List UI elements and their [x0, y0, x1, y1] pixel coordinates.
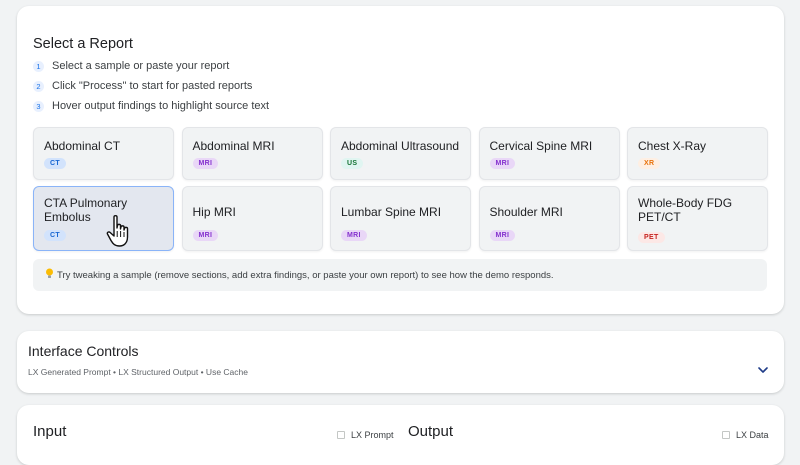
- interface-controls-card[interactable]: Interface Controls LX Generated Prompt •…: [17, 331, 784, 393]
- tile-name: Abdominal MRI: [192, 139, 275, 153]
- sample-tile-cta-pulmonary-embolus[interactable]: CTA Pulmonary Embolus CT: [33, 186, 174, 251]
- step-text: Click "Process" to start for pasted repo…: [52, 80, 253, 92]
- section-title: Select a Report: [33, 36, 133, 52]
- input-output-card: Input LX Prompt Output LX Data: [17, 405, 784, 465]
- tile-name: Cervical Spine MRI: [489, 139, 593, 153]
- sample-tile-abdominal-ct[interactable]: Abdominal CT CT: [33, 127, 174, 180]
- step-number: 1: [33, 60, 44, 72]
- modality-badge: CT: [44, 158, 66, 169]
- step-item: 2 Click "Process" to start for pasted re…: [33, 76, 269, 96]
- output-label: Output: [408, 423, 454, 440]
- sample-tile-lumbar-spine-mri[interactable]: Lumbar Spine MRI MRI: [330, 186, 471, 251]
- modality-badge: MRI: [192, 158, 219, 169]
- step-item: 3 Hover output findings to highlight sou…: [33, 96, 269, 116]
- sample-tile-abdominal-ultrasound[interactable]: Abdominal Ultrasound US: [330, 127, 471, 180]
- report-select-card: Select a Report 1 Select a sample or pas…: [17, 6, 784, 314]
- tip-banner: Try tweaking a sample (remove sections, …: [33, 259, 767, 291]
- tile-name: Lumbar Spine MRI: [341, 205, 442, 219]
- lx-data-toggle[interactable]: LX Data: [722, 430, 769, 440]
- sample-tile-hip-mri[interactable]: Hip MRI MRI: [181, 186, 323, 251]
- tile-name: Abdominal CT: [44, 139, 121, 153]
- step-text: Select a sample or paste your report: [52, 60, 230, 72]
- sample-tile-whole-body-fdg-pet-ct[interactable]: Whole-Body FDG PET/CT PET: [627, 186, 768, 251]
- sample-tile-shoulder-mri[interactable]: Shoulder MRI MRI: [478, 186, 620, 251]
- modality-badge: US: [341, 158, 364, 169]
- instruction-steps: 1 Select a sample or paste your report 2…: [33, 56, 269, 116]
- sample-report-grid: Abdominal CT CT Abdominal MRI MRI Abdomi…: [33, 127, 768, 251]
- modality-badge: MRI: [489, 230, 516, 241]
- step-item: 1 Select a sample or paste your report: [33, 56, 269, 76]
- modality-badge: XR: [638, 158, 661, 169]
- tile-name: CTA Pulmonary Embolus: [44, 196, 128, 224]
- modality-badge: CT: [44, 230, 66, 241]
- modality-badge: MRI: [489, 158, 516, 169]
- lx-data-label: LX Data: [736, 430, 769, 440]
- tile-name: Chest X-Ray: [638, 139, 707, 153]
- modality-badge: MRI: [192, 230, 219, 241]
- sample-tile-abdominal-mri[interactable]: Abdominal MRI MRI: [181, 127, 323, 180]
- tip-text: Try tweaking a sample (remove sections, …: [57, 269, 554, 281]
- tile-name: Whole-Body FDG PET/CT: [638, 196, 733, 224]
- input-label: Input: [33, 423, 67, 440]
- lightbulb-icon: [45, 268, 54, 282]
- chevron-down-icon[interactable]: [757, 365, 769, 375]
- controls-summary: LX Generated Prompt • LX Structured Outp…: [28, 367, 248, 377]
- tile-name: Shoulder MRI: [489, 205, 563, 219]
- lx-data-checkbox[interactable]: [722, 431, 730, 439]
- lx-prompt-label: LX Prompt: [351, 430, 394, 440]
- step-number: 2: [33, 80, 44, 92]
- modality-badge: PET: [638, 232, 665, 243]
- lx-prompt-checkbox[interactable]: [337, 431, 345, 439]
- step-text: Hover output findings to highlight sourc…: [52, 100, 270, 112]
- hand-pointer-icon: [106, 215, 129, 247]
- controls-title: Interface Controls: [28, 343, 139, 359]
- lx-prompt-toggle[interactable]: LX Prompt: [337, 430, 394, 440]
- tile-name: Hip MRI: [192, 205, 236, 219]
- sample-tile-chest-x-ray[interactable]: Chest X-Ray XR: [627, 127, 768, 180]
- modality-badge: MRI: [341, 230, 367, 241]
- tile-name: Abdominal Ultrasound: [341, 139, 460, 153]
- sample-tile-cervical-spine-mri[interactable]: Cervical Spine MRI MRI: [478, 127, 620, 180]
- step-number: 3: [33, 100, 44, 112]
